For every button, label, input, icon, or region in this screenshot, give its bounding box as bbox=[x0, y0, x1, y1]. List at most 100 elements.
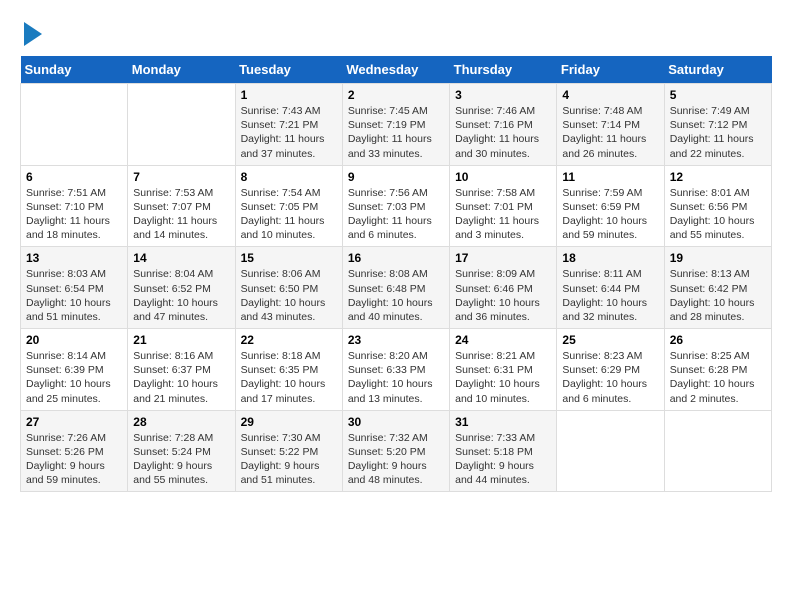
day-number: 16 bbox=[348, 251, 444, 265]
day-number: 20 bbox=[26, 333, 122, 347]
calendar-cell: 5 Sunrise: 7:49 AM Sunset: 7:12 PM Daylig… bbox=[664, 84, 771, 166]
logo-arrow-icon bbox=[24, 22, 42, 46]
day-number: 19 bbox=[670, 251, 766, 265]
column-header-friday: Friday bbox=[557, 56, 664, 84]
day-number: 8 bbox=[241, 170, 337, 184]
column-header-sunday: Sunday bbox=[21, 56, 128, 84]
day-info: Sunrise: 7:53 AM Sunset: 7:07 PM Dayligh… bbox=[133, 186, 229, 243]
day-info: Sunrise: 7:30 AM Sunset: 5:22 PM Dayligh… bbox=[241, 431, 337, 488]
day-info: Sunrise: 8:18 AM Sunset: 6:35 PM Dayligh… bbox=[241, 349, 337, 406]
day-number: 23 bbox=[348, 333, 444, 347]
day-number: 30 bbox=[348, 415, 444, 429]
day-info: Sunrise: 8:16 AM Sunset: 6:37 PM Dayligh… bbox=[133, 349, 229, 406]
column-header-thursday: Thursday bbox=[450, 56, 557, 84]
day-info: Sunrise: 8:25 AM Sunset: 6:28 PM Dayligh… bbox=[670, 349, 766, 406]
day-number: 4 bbox=[562, 88, 658, 102]
day-number: 11 bbox=[562, 170, 658, 184]
day-info: Sunrise: 7:26 AM Sunset: 5:26 PM Dayligh… bbox=[26, 431, 122, 488]
week-row-4: 20 Sunrise: 8:14 AM Sunset: 6:39 PM Dayli… bbox=[21, 329, 772, 411]
day-number: 12 bbox=[670, 170, 766, 184]
calendar-cell: 17 Sunrise: 8:09 AM Sunset: 6:46 PM Dayli… bbox=[450, 247, 557, 329]
calendar-cell: 9Sunrise: 7:56 AM Sunset: 7:03 PM Daylig… bbox=[342, 165, 449, 247]
calendar-table: SundayMondayTuesdayWednesdayThursdayFrid… bbox=[20, 56, 772, 492]
week-row-1: 1 Sunrise: 7:43 AM Sunset: 7:21 PM Daylig… bbox=[21, 84, 772, 166]
calendar-cell: 4 Sunrise: 7:48 AM Sunset: 7:14 PM Daylig… bbox=[557, 84, 664, 166]
day-info: Sunrise: 8:03 AM Sunset: 6:54 PM Dayligh… bbox=[26, 267, 122, 324]
day-number: 29 bbox=[241, 415, 337, 429]
calendar-cell: 10 Sunrise: 7:58 AM Sunset: 7:01 PM Dayli… bbox=[450, 165, 557, 247]
calendar-cell: 29 Sunrise: 7:30 AM Sunset: 5:22 PM Dayli… bbox=[235, 410, 342, 492]
day-info: Sunrise: 7:59 AM Sunset: 6:59 PM Dayligh… bbox=[562, 186, 658, 243]
day-info: Sunrise: 7:33 AM Sunset: 5:18 PM Dayligh… bbox=[455, 431, 551, 488]
week-row-5: 27 Sunrise: 7:26 AM Sunset: 5:26 PM Dayli… bbox=[21, 410, 772, 492]
calendar-cell: 2 Sunrise: 7:45 AM Sunset: 7:19 PM Daylig… bbox=[342, 84, 449, 166]
column-header-tuesday: Tuesday bbox=[235, 56, 342, 84]
calendar-cell: 26 Sunrise: 8:25 AM Sunset: 6:28 PM Dayli… bbox=[664, 329, 771, 411]
day-info: Sunrise: 8:08 AM Sunset: 6:48 PM Dayligh… bbox=[348, 267, 444, 324]
day-number: 22 bbox=[241, 333, 337, 347]
day-info: Sunrise: 7:48 AM Sunset: 7:14 PM Dayligh… bbox=[562, 104, 658, 161]
calendar-cell: 25Sunrise: 8:23 AM Sunset: 6:29 PM Dayli… bbox=[557, 329, 664, 411]
day-number: 17 bbox=[455, 251, 551, 265]
day-info: Sunrise: 8:04 AM Sunset: 6:52 PM Dayligh… bbox=[133, 267, 229, 324]
calendar-cell: 18 Sunrise: 8:11 AM Sunset: 6:44 PM Dayli… bbox=[557, 247, 664, 329]
day-number: 24 bbox=[455, 333, 551, 347]
day-number: 2 bbox=[348, 88, 444, 102]
day-info: Sunrise: 7:54 AM Sunset: 7:05 PM Dayligh… bbox=[241, 186, 337, 243]
day-info: Sunrise: 8:11 AM Sunset: 6:44 PM Dayligh… bbox=[562, 267, 658, 324]
calendar-cell: 30 Sunrise: 7:32 AM Sunset: 5:20 PM Dayli… bbox=[342, 410, 449, 492]
calendar-cell: 14 Sunrise: 8:04 AM Sunset: 6:52 PM Dayli… bbox=[128, 247, 235, 329]
calendar-cell: 1 Sunrise: 7:43 AM Sunset: 7:21 PM Daylig… bbox=[235, 84, 342, 166]
day-number: 27 bbox=[26, 415, 122, 429]
day-number: 25 bbox=[562, 333, 658, 347]
calendar-cell: 21 Sunrise: 8:16 AM Sunset: 6:37 PM Dayli… bbox=[128, 329, 235, 411]
day-number: 15 bbox=[241, 251, 337, 265]
calendar-cell: 20 Sunrise: 8:14 AM Sunset: 6:39 PM Dayli… bbox=[21, 329, 128, 411]
calendar-cell bbox=[21, 84, 128, 166]
calendar-cell: 24Sunrise: 8:21 AM Sunset: 6:31 PM Dayli… bbox=[450, 329, 557, 411]
day-number: 9 bbox=[348, 170, 444, 184]
day-number: 21 bbox=[133, 333, 229, 347]
calendar-cell: 13Sunrise: 8:03 AM Sunset: 6:54 PM Dayli… bbox=[21, 247, 128, 329]
column-header-monday: Monday bbox=[128, 56, 235, 84]
day-number: 14 bbox=[133, 251, 229, 265]
calendar-cell: 28Sunrise: 7:28 AM Sunset: 5:24 PM Dayli… bbox=[128, 410, 235, 492]
calendar-cell: 16 Sunrise: 8:08 AM Sunset: 6:48 PM Dayli… bbox=[342, 247, 449, 329]
day-number: 31 bbox=[455, 415, 551, 429]
day-number: 5 bbox=[670, 88, 766, 102]
day-info: Sunrise: 8:09 AM Sunset: 6:46 PM Dayligh… bbox=[455, 267, 551, 324]
day-info: Sunrise: 7:45 AM Sunset: 7:19 PM Dayligh… bbox=[348, 104, 444, 161]
day-number: 10 bbox=[455, 170, 551, 184]
page-header bbox=[20, 20, 772, 46]
column-header-wednesday: Wednesday bbox=[342, 56, 449, 84]
week-row-2: 6 Sunrise: 7:51 AM Sunset: 7:10 PM Daylig… bbox=[21, 165, 772, 247]
column-header-saturday: Saturday bbox=[664, 56, 771, 84]
day-info: Sunrise: 8:20 AM Sunset: 6:33 PM Dayligh… bbox=[348, 349, 444, 406]
day-number: 6 bbox=[26, 170, 122, 184]
day-info: Sunrise: 8:01 AM Sunset: 6:56 PM Dayligh… bbox=[670, 186, 766, 243]
calendar-cell: 3 Sunrise: 7:46 AM Sunset: 7:16 PM Daylig… bbox=[450, 84, 557, 166]
calendar-cell: 7 Sunrise: 7:53 AM Sunset: 7:07 PM Daylig… bbox=[128, 165, 235, 247]
day-number: 26 bbox=[670, 333, 766, 347]
calendar-cell: 23 Sunrise: 8:20 AM Sunset: 6:33 PM Dayli… bbox=[342, 329, 449, 411]
week-row-3: 13Sunrise: 8:03 AM Sunset: 6:54 PM Dayli… bbox=[21, 247, 772, 329]
day-info: Sunrise: 7:46 AM Sunset: 7:16 PM Dayligh… bbox=[455, 104, 551, 161]
day-info: Sunrise: 7:51 AM Sunset: 7:10 PM Dayligh… bbox=[26, 186, 122, 243]
day-info: Sunrise: 7:58 AM Sunset: 7:01 PM Dayligh… bbox=[455, 186, 551, 243]
day-number: 18 bbox=[562, 251, 658, 265]
day-info: Sunrise: 7:43 AM Sunset: 7:21 PM Dayligh… bbox=[241, 104, 337, 161]
calendar-cell: 15Sunrise: 8:06 AM Sunset: 6:50 PM Dayli… bbox=[235, 247, 342, 329]
day-number: 7 bbox=[133, 170, 229, 184]
calendar-cell: 11 Sunrise: 7:59 AM Sunset: 6:59 PM Dayli… bbox=[557, 165, 664, 247]
day-number: 28 bbox=[133, 415, 229, 429]
day-info: Sunrise: 8:13 AM Sunset: 6:42 PM Dayligh… bbox=[670, 267, 766, 324]
calendar-cell bbox=[557, 410, 664, 492]
day-info: Sunrise: 7:49 AM Sunset: 7:12 PM Dayligh… bbox=[670, 104, 766, 161]
day-info: Sunrise: 7:32 AM Sunset: 5:20 PM Dayligh… bbox=[348, 431, 444, 488]
calendar-cell: 22 Sunrise: 8:18 AM Sunset: 6:35 PM Dayli… bbox=[235, 329, 342, 411]
day-info: Sunrise: 8:14 AM Sunset: 6:39 PM Dayligh… bbox=[26, 349, 122, 406]
day-number: 1 bbox=[241, 88, 337, 102]
day-number: 3 bbox=[455, 88, 551, 102]
calendar-header-row: SundayMondayTuesdayWednesdayThursdayFrid… bbox=[21, 56, 772, 84]
calendar-cell: 12 Sunrise: 8:01 AM Sunset: 6:56 PM Dayli… bbox=[664, 165, 771, 247]
